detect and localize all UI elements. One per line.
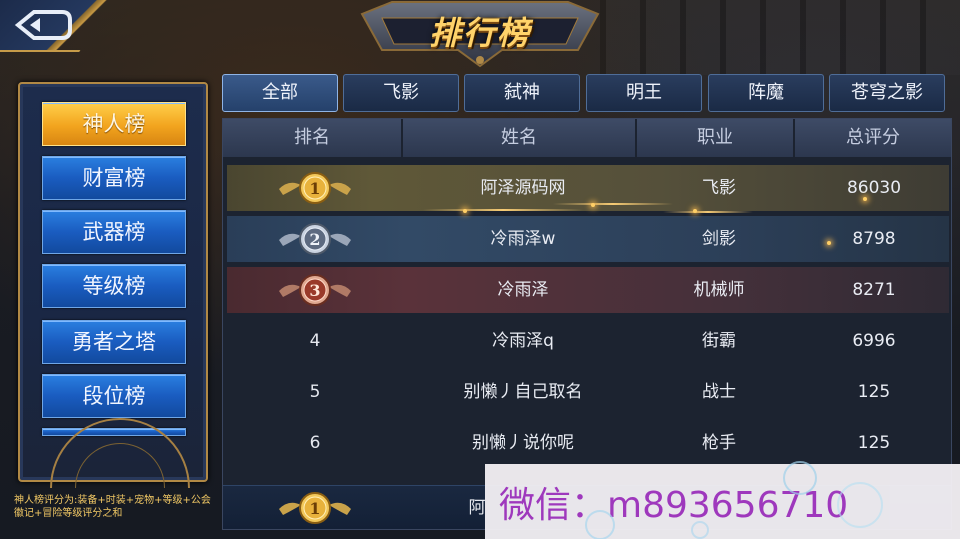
gold-medal-icon: 1 xyxy=(279,492,351,524)
player-name: 冷雨泽 xyxy=(497,280,549,300)
player-score: 125 xyxy=(857,382,891,402)
gold-medal-icon: 1 xyxy=(279,172,351,204)
player-score: 125 xyxy=(857,433,891,453)
sparkle-effect xyxy=(863,197,867,201)
player-name: 冷雨泽q xyxy=(492,331,554,351)
background-pillars xyxy=(600,0,960,75)
table-row[interactable]: 3 冷雨泽 机械师 8271 xyxy=(227,267,949,313)
player-name: 别懒丿自己取名 xyxy=(463,382,583,402)
header-rank: 排名 xyxy=(223,119,403,157)
player-rank: 4 xyxy=(309,331,321,351)
header-job: 职业 xyxy=(637,119,795,157)
medal-rank-number: 2 xyxy=(309,230,320,249)
player-score: 8798 xyxy=(852,229,896,249)
player-rank: 5 xyxy=(309,382,321,402)
table-row[interactable]: 5 别懒丿自己取名 战士 125 xyxy=(227,369,949,415)
class-tab-mingwang[interactable]: 明王 xyxy=(586,74,702,112)
header-name: 姓名 xyxy=(403,119,637,157)
player-name: 别懒丿说你呢 xyxy=(472,433,574,453)
back-arrow-icon xyxy=(14,10,72,40)
medal-rank-number: 3 xyxy=(309,281,320,300)
sparkle-effect xyxy=(463,209,467,213)
score-footnote: 神人榜评分为:装备+时装+宠物+等级+公会徽记+冒险等级评分之和 xyxy=(14,495,211,519)
watermark-contact: 微信：m893656710 xyxy=(485,464,960,539)
table-row[interactable]: 6 别懒丿说你呢 枪手 125 xyxy=(227,420,949,466)
class-tabs: 全部 飞影 弑神 明王 阵魔 苍穹之影 xyxy=(222,74,952,112)
player-name: 冷雨泽w xyxy=(490,229,556,249)
sparkle-effect xyxy=(827,241,831,245)
silver-medal-icon: 2 xyxy=(279,223,351,255)
player-job: 机械师 xyxy=(693,280,745,300)
bronze-medal-icon: 3 xyxy=(279,274,351,306)
header-score: 总评分 xyxy=(795,119,951,157)
sparkle-effect xyxy=(423,209,583,211)
my-player-name: 阿 xyxy=(468,498,486,518)
category-tab-weapon[interactable]: 武器榜 xyxy=(42,210,186,254)
player-score: 6996 xyxy=(852,331,896,351)
table-row[interactable]: 2 冷雨泽w 剑影 8798 xyxy=(227,216,949,262)
player-rank: 6 xyxy=(309,433,321,453)
table-row[interactable]: 4 冷雨泽q 街霸 6996 xyxy=(227,318,949,364)
category-tab-tower[interactable]: 勇者之塔 xyxy=(42,320,186,364)
table-header: 排名 姓名 职业 总评分 xyxy=(223,119,951,157)
sparkle-effect xyxy=(591,203,595,207)
medal-rank-number: 1 xyxy=(309,179,320,198)
player-score: 8271 xyxy=(852,280,896,300)
title-banner: 排行榜 xyxy=(352,0,608,68)
sparkle-effect xyxy=(693,209,697,213)
category-tab-wealth[interactable]: 财富榜 xyxy=(42,156,186,200)
category-panel: 神人榜 财富榜 武器榜 等级榜 勇者之塔 段位榜 xyxy=(18,82,208,488)
class-tab-shishen[interactable]: 弑神 xyxy=(464,74,580,112)
class-tab-zhenmo[interactable]: 阵魔 xyxy=(708,74,824,112)
player-job: 枪手 xyxy=(702,433,736,453)
player-job: 街霸 xyxy=(702,331,736,351)
player-score: 86030 xyxy=(846,178,902,198)
sparkle-effect xyxy=(553,203,673,205)
category-tab-division[interactable]: 段位榜 xyxy=(42,374,186,418)
page-title: 排行榜 xyxy=(428,14,531,52)
medal-rank-number: 1 xyxy=(309,499,320,518)
class-tab-cangqiong[interactable]: 苍穹之影 xyxy=(829,74,945,112)
sparkle-effect xyxy=(663,211,753,213)
class-tab-all[interactable]: 全部 xyxy=(222,74,338,112)
player-job: 剑影 xyxy=(702,229,736,249)
player-job: 战士 xyxy=(702,382,736,402)
class-tab-feiying[interactable]: 飞影 xyxy=(343,74,459,112)
category-tab-level[interactable]: 等级榜 xyxy=(42,264,186,308)
category-tab-shenren[interactable]: 神人榜 xyxy=(42,102,186,146)
